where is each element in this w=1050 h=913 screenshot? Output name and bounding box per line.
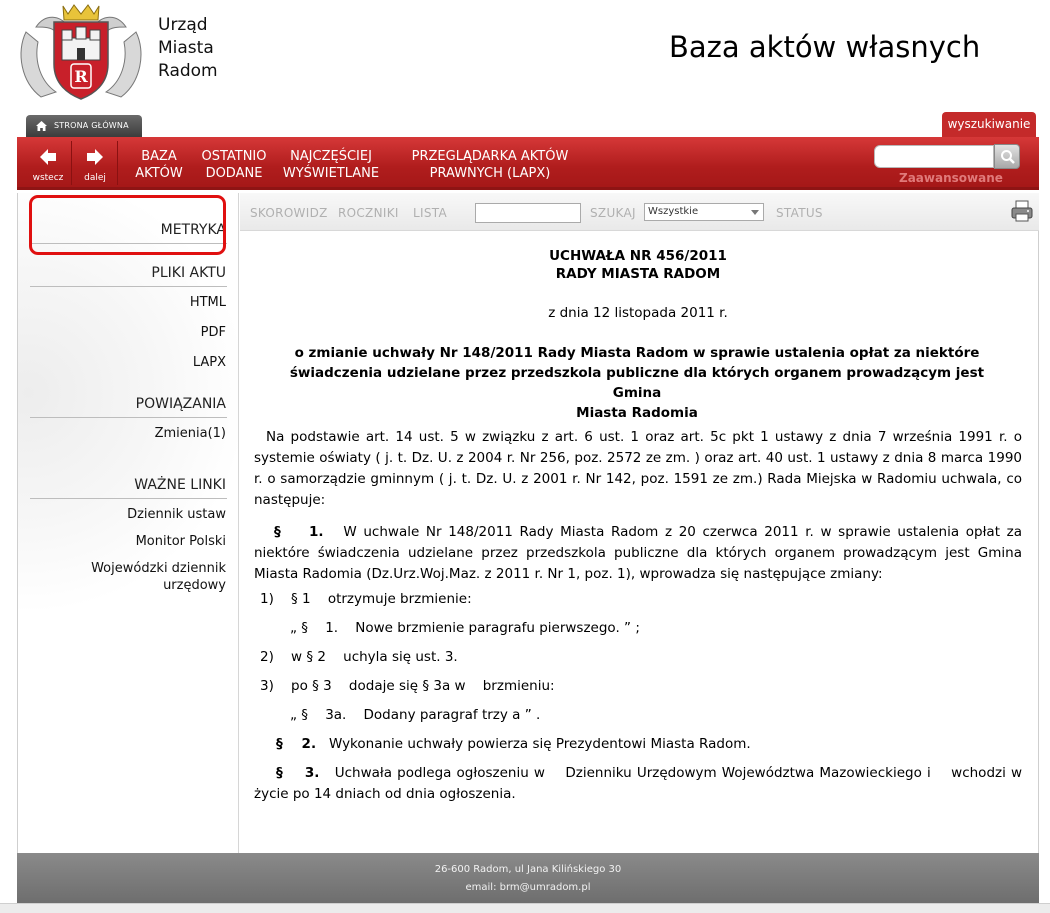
document-item-3-quote: „ § 3a. Dodany paragraf trzy a ” . (290, 707, 541, 723)
document-subject-line3: Miasta Radomia (576, 405, 698, 421)
document-item-1: 1) § 1 otrzymuje brzmienie: (260, 591, 472, 607)
home-icon (36, 121, 47, 131)
document-paragraph-3: § 3. Uchwała podlega ogłoszeniu w Dzienn… (254, 763, 1022, 805)
sidebar-divider (30, 417, 227, 418)
document-date: z dnia 12 listopada 2011 r. (548, 305, 728, 321)
main-navbar: wstecz dalej BAZA AKTÓW OSTATNIO DODANE … (17, 137, 1039, 190)
sidebar-powiazania-heading: POWIĄZANIA (135, 396, 226, 412)
document-paragraph-1: § 1. W uchwale Nr 148/2011 Rady Miasta R… (254, 522, 1022, 585)
sidebar: METRYKA PLIKI AKTU HTML PDF LAPX POWIĄZA… (18, 193, 239, 853)
header: R Urząd Miasta Radom Baza aktów własnych (0, 0, 1050, 110)
document-item-3: 3) po § 3 dodaje się § 3a w brzmieniu: (260, 678, 555, 694)
nav-ostatnio-dodane-line1: OSTATNIO (201, 149, 267, 164)
document-title-line1: UCHWAŁA NR 456/2011 (549, 248, 727, 264)
toolbar-select-value: Wszystkie (648, 206, 699, 217)
bottom-strip (0, 903, 1050, 913)
sidebar-link-monitor-polski[interactable]: Monitor Polski (136, 533, 226, 550)
home-tab[interactable]: STRONA GŁÓWNA (26, 115, 142, 137)
city-name-line1: Urząd (158, 15, 208, 35)
forward-button[interactable]: dalej (76, 143, 114, 185)
forward-label: dalej (84, 173, 106, 183)
advanced-search-link[interactable]: Zaawansowane (899, 171, 1003, 185)
toolbar-roczniki[interactable]: ROCZNIKI (338, 206, 399, 220)
footer: 26-600 Radom, ul Jana Kilińskiego 30 ema… (17, 853, 1039, 903)
document-paragraph-2: § 2. Wykonanie uchwały powierza się Prez… (276, 736, 751, 752)
nav-divider (71, 141, 72, 185)
nav-search-input[interactable] (874, 145, 994, 168)
document-preamble: Na podstawie art. 14 ust. 5 w związku z … (254, 429, 1022, 508)
document-subject: o zmianie uchwały Nr 148/2011 Rady Miast… (272, 343, 1002, 423)
sidebar-file-pdf[interactable]: PDF (201, 324, 226, 341)
city-crest-logo: R (20, 4, 142, 100)
document-title-line2: RADY MIASTA RADOM (555, 266, 721, 282)
toolbar-status-select[interactable]: Wszystkie (644, 203, 764, 221)
sidebar-zmienia-link[interactable]: Zmienia(1) (155, 425, 226, 442)
nav-ostatnio-dodane[interactable]: OSTATNIO DODANE (197, 148, 271, 182)
home-tab-label: STRONA GŁÓWNA (54, 121, 129, 130)
paragraph-1-mark: § 1. (274, 524, 324, 540)
sidebar-file-html[interactable]: HTML (190, 294, 226, 311)
sidebar-divider (30, 286, 227, 287)
site-title: Baza aktów własnych (669, 30, 981, 64)
city-name-line2: Miasta (158, 38, 214, 58)
paragraph-3-text: Uchwała podlega ogłoszeniu w Dzienniku U… (254, 765, 1040, 802)
nav-baza-aktow[interactable]: BAZA AKTÓW (134, 148, 184, 182)
sidebar-link-dziennik-ustaw[interactable]: Dziennik ustaw (127, 506, 226, 523)
toolbar-status[interactable]: STATUS (776, 206, 823, 220)
document-subject-line2: świadczenia udzielane przez przedszkola … (289, 365, 985, 401)
paragraph-2-text: Wykonanie uchwały powierza się Prezydent… (328, 736, 751, 752)
toolbar-search-input[interactable] (475, 203, 581, 223)
toolbar-lista[interactable]: LISTA (413, 206, 447, 220)
content-frame: METRYKA PLIKI AKTU HTML PDF LAPX POWIĄZA… (17, 193, 1039, 853)
nav-najczesciej-line1: NAJCZĘŚCIEJ (290, 149, 372, 164)
toolbar-szukaj[interactable]: SZUKAJ (590, 206, 636, 220)
arrow-left-icon (40, 149, 56, 165)
nav-search-button[interactable] (994, 144, 1020, 169)
toolbar-skorowidz[interactable]: SKOROWIDZ (250, 206, 328, 220)
sidebar-file-lapx[interactable]: LAPX (193, 354, 226, 371)
footer-address: 26-600 Radom, ul Jana Kilińskiego 30 (434, 864, 622, 875)
paragraph-3-mark: § 3. (276, 765, 320, 781)
paragraph-2-mark: § 2. (276, 736, 317, 752)
chevron-down-icon (751, 210, 759, 215)
city-name-line3: Radom (158, 61, 218, 81)
nav-najczesciej-wyswietlane[interactable]: NAJCZĘŚCIEJ WYŚWIETLANE (280, 148, 382, 182)
nav-ostatnio-dodane-line2: DODANE (205, 166, 263, 181)
document-toolbar: SKOROWIDZ ROCZNIKI LISTA SZUKAJ Wszystki… (240, 193, 1039, 231)
highlight-annotation (29, 195, 226, 255)
nav-divider (117, 141, 118, 185)
back-label: wstecz (32, 173, 64, 183)
sidebar-divider (30, 498, 227, 499)
document-item-2: 2) w § 2 uchyla się ust. 3. (260, 649, 458, 665)
document-item-1-quote: „ § 1. Nowe brzmienie paragrafu pierwsze… (290, 620, 640, 636)
search-icon (1001, 150, 1015, 164)
nav-przegladarka-line2: PRAWNYCH (LAPX) (429, 166, 551, 181)
back-button[interactable]: wstecz (29, 143, 67, 185)
city-name: Urząd Miasta Radom (158, 14, 218, 83)
footer-email: email: brm@umradom.pl (465, 882, 591, 893)
sidebar-link-wojewodzki[interactable]: Wojewódzki dziennik urzędowy (91, 560, 226, 594)
document-subject-line1: o zmianie uchwały Nr 148/2011 Rady Miast… (294, 345, 980, 361)
sidebar-link-wojewodzki-line1: Wojewódzki dziennik (91, 561, 226, 576)
nav-baza-aktow-line2: AKTÓW (135, 166, 183, 181)
nav-baza-aktow-line1: BAZA (141, 149, 177, 164)
search-tab[interactable]: wyszukiwanie (942, 112, 1036, 137)
paragraph-1-text: W uchwale Nr 148/2011 Rady Miasta Radom … (254, 524, 1022, 582)
svg-text:R: R (74, 67, 88, 86)
arrow-right-icon (87, 149, 103, 165)
print-icon[interactable] (1010, 199, 1034, 223)
nav-przegladarka-lapx[interactable]: PRZEGLĄDARKA AKTÓW PRAWNYCH (LAPX) (407, 148, 573, 182)
sidebar-link-wojewodzki-line2: urzędowy (163, 578, 226, 593)
sidebar-links-heading: WAŻNE LINKI (134, 477, 226, 493)
sidebar-pliki-heading: PLIKI AKTU (151, 265, 226, 281)
nav-najczesciej-line2: WYŚWIETLANE (282, 166, 380, 181)
nav-przegladarka-line1: PRZEGLĄDARKA AKTÓW (411, 149, 569, 164)
